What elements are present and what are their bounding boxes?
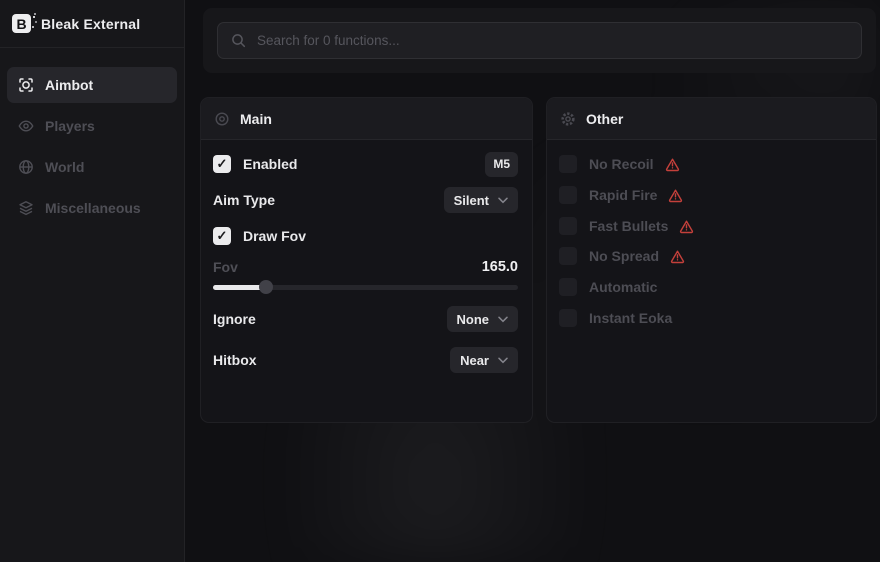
instant-eoka-checkbox[interactable]	[559, 309, 577, 327]
ignore-dropdown[interactable]: None	[447, 306, 519, 332]
other-row-fast-bullets: Fast Bullets	[559, 215, 862, 237]
draw-fov-row: Draw Fov	[213, 223, 518, 249]
fast-bullets-checkbox[interactable]	[559, 217, 577, 235]
enabled-label: Enabled	[243, 156, 297, 172]
warning-icon	[668, 188, 683, 203]
automatic-label: Automatic	[589, 279, 657, 295]
panel-main: Main Enabled M5 Aim Type Silent Draw Fov…	[200, 97, 533, 423]
fov-slider[interactable]	[213, 285, 518, 290]
app-logo: B	[12, 14, 31, 33]
ignore-label: Ignore	[213, 311, 256, 327]
chevron-down-icon	[498, 357, 508, 364]
hitbox-value: Near	[460, 353, 489, 368]
chevron-down-icon	[498, 197, 508, 204]
sidebar: B Bleak External Aimbot	[0, 0, 185, 562]
other-row-rapid-fire: Rapid Fire	[559, 184, 862, 206]
hitbox-row: Hitbox Near	[213, 347, 518, 373]
no-recoil-checkbox[interactable]	[559, 155, 577, 173]
warning-icon	[670, 249, 685, 264]
warning-icon	[679, 219, 694, 234]
fov-row: Fov 165.0	[213, 254, 518, 280]
search-placeholder: Search for 0 functions...	[257, 33, 400, 48]
rapid-fire-label: Rapid Fire	[589, 187, 657, 203]
eye-icon	[18, 118, 34, 134]
panel-other-title: Other	[586, 111, 623, 127]
panel-main-header: Main	[201, 98, 532, 140]
panel-main-title: Main	[240, 111, 272, 127]
search-container: Search for 0 functions...	[203, 8, 876, 73]
ignore-value: None	[457, 312, 490, 327]
search-icon	[231, 33, 246, 48]
fast-bullets-label: Fast Bullets	[589, 218, 668, 234]
gear-icon	[560, 111, 576, 127]
sidebar-item-label: Players	[45, 118, 95, 134]
aim-type-label: Aim Type	[213, 192, 275, 208]
sidebar-item-label: World	[45, 159, 84, 175]
panel-other: Other No Recoil Rapid Fire	[546, 97, 877, 423]
other-row-no-recoil: No Recoil	[559, 153, 862, 175]
sidebar-item-miscellaneous[interactable]: Miscellaneous	[7, 190, 177, 226]
no-spread-label: No Spread	[589, 248, 659, 264]
enabled-checkbox[interactable]	[213, 155, 231, 173]
fov-label: Fov	[213, 259, 238, 275]
content-area: Search for 0 functions... Main Enabled M…	[185, 0, 880, 562]
sidebar-nav: Aimbot Players World	[0, 48, 184, 226]
other-row-no-spread: No Spread	[559, 245, 862, 267]
aim-type-dropdown[interactable]: Silent	[444, 187, 518, 213]
hitbox-label: Hitbox	[213, 352, 257, 368]
crosshair-icon	[18, 77, 34, 93]
sidebar-item-world[interactable]: World	[7, 149, 177, 185]
sidebar-item-aimbot[interactable]: Aimbot	[7, 67, 177, 103]
enabled-keybind-button[interactable]: M5	[485, 152, 518, 177]
enabled-row: Enabled M5	[213, 151, 518, 177]
no-recoil-label: No Recoil	[589, 156, 654, 172]
fov-slider-row	[213, 280, 518, 294]
hitbox-dropdown[interactable]: Near	[450, 347, 518, 373]
sidebar-item-players[interactable]: Players	[7, 108, 177, 144]
draw-fov-label: Draw Fov	[243, 228, 306, 244]
sidebar-item-label: Miscellaneous	[45, 200, 141, 216]
fov-value: 165.0	[482, 259, 518, 275]
aim-type-row: Aim Type Silent	[213, 187, 518, 213]
search-input[interactable]: Search for 0 functions...	[217, 22, 862, 59]
layers-icon	[18, 200, 34, 216]
sidebar-item-label: Aimbot	[45, 77, 93, 93]
app-title: Bleak External	[41, 16, 140, 32]
no-spread-checkbox[interactable]	[559, 247, 577, 265]
instant-eoka-label: Instant Eoka	[589, 310, 672, 326]
automatic-checkbox[interactable]	[559, 278, 577, 296]
other-row-instant-eoka: Instant Eoka	[559, 307, 862, 329]
draw-fov-checkbox[interactable]	[213, 227, 231, 245]
fov-slider-thumb[interactable]	[259, 280, 273, 294]
target-icon	[214, 111, 230, 127]
fov-slider-fill	[213, 285, 266, 290]
rapid-fire-checkbox[interactable]	[559, 186, 577, 204]
globe-icon	[18, 159, 34, 175]
aim-type-value: Silent	[454, 193, 489, 208]
panel-other-header: Other	[547, 98, 876, 140]
warning-icon	[665, 157, 680, 172]
other-row-automatic: Automatic	[559, 276, 862, 298]
chevron-down-icon	[498, 316, 508, 323]
app-logo-letter: B	[16, 16, 26, 32]
ignore-row: Ignore None	[213, 306, 518, 332]
app-header: B Bleak External	[0, 0, 184, 48]
